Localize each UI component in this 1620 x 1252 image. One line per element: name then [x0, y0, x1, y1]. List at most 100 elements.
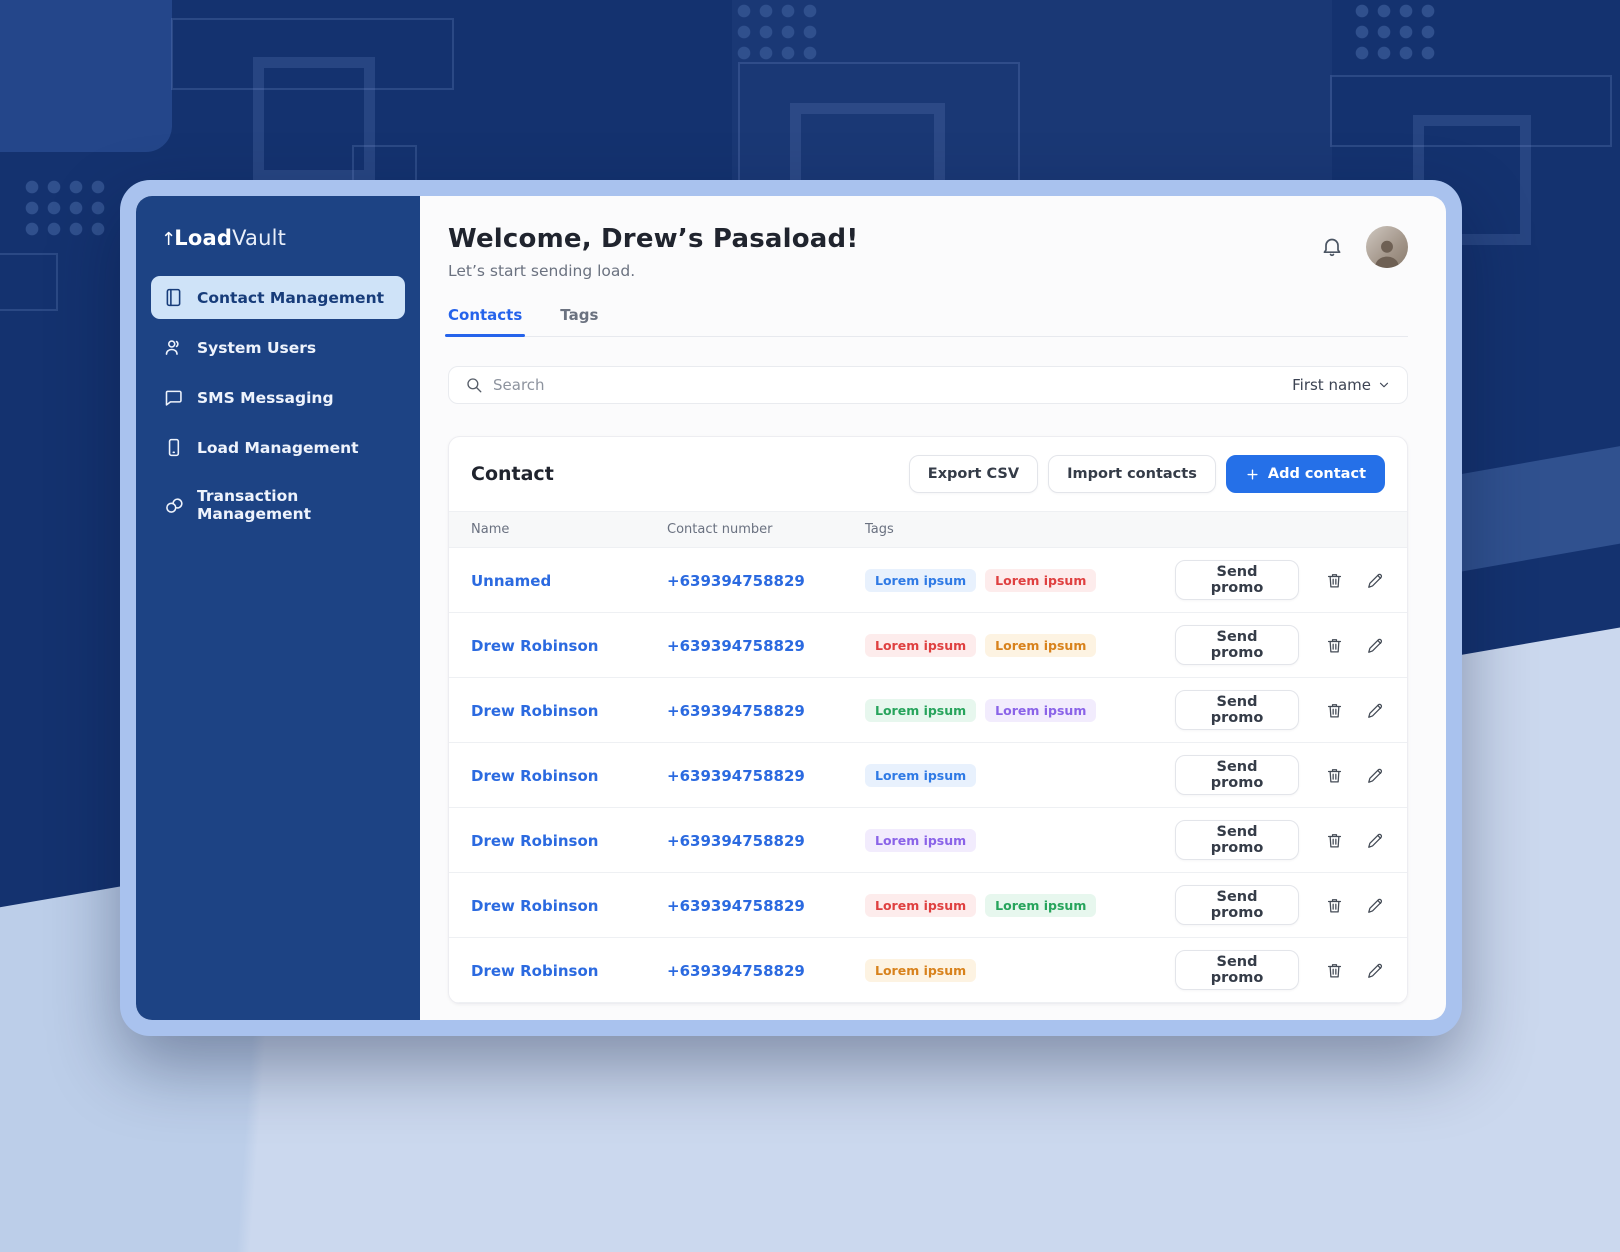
search-icon — [465, 376, 483, 394]
tag-pill: Lorem ipsum — [865, 829, 976, 852]
sort-dropdown-label: First name — [1292, 376, 1371, 394]
sidebar-item-label: Contact Management — [197, 289, 384, 307]
contact-tags: Lorem ipsum — [865, 959, 1175, 982]
delete-icon[interactable] — [1325, 766, 1344, 785]
notification-bell-icon[interactable] — [1320, 235, 1344, 259]
sidebar-item-transaction-management[interactable]: Transaction Management — [151, 476, 405, 534]
contact-table-body: Unnamed +639394758829 Lorem ipsum Lorem i… — [449, 548, 1407, 1003]
send-promo-button[interactable]: Send promo — [1175, 820, 1299, 860]
sidebar-item-system-users[interactable]: System Users — [151, 326, 405, 369]
sidebar-item-label: Load Management — [197, 439, 359, 457]
bg-rect — [0, 253, 58, 311]
app-logo: ↑LoadVault — [161, 226, 405, 250]
tab-contacts[interactable]: Contacts — [448, 306, 522, 336]
contact-tags: Lorem ipsumLorem ipsum — [865, 634, 1175, 657]
contact-number-link[interactable]: +639394758829 — [667, 897, 805, 915]
edit-icon[interactable] — [1366, 831, 1385, 850]
main-content: Welcome, Drew’s Pasaload! Let’s start se… — [420, 196, 1446, 1020]
sidebar-item-sms-messaging[interactable]: SMS Messaging — [151, 376, 405, 419]
tag-pill: Lorem ipsum — [865, 569, 976, 592]
edit-icon[interactable] — [1366, 701, 1385, 720]
edit-icon[interactable] — [1366, 896, 1385, 915]
delete-icon[interactable] — [1325, 961, 1344, 980]
sort-dropdown[interactable]: First name — [1292, 376, 1391, 394]
edit-icon[interactable] — [1366, 571, 1385, 590]
user-avatar[interactable] — [1366, 226, 1408, 268]
contact-number-link[interactable]: +639394758829 — [667, 637, 805, 655]
contact-name-link[interactable]: Drew Robinson — [471, 832, 598, 850]
delete-icon[interactable] — [1325, 831, 1344, 850]
sidebar-item-load-management[interactable]: Load Management — [151, 426, 405, 469]
send-promo-button[interactable]: Send promo — [1175, 560, 1299, 600]
contact-number-link[interactable]: +639394758829 — [667, 962, 805, 980]
coins-icon — [163, 495, 184, 516]
contact-name-link[interactable]: Drew Robinson — [471, 897, 598, 915]
delete-icon[interactable] — [1325, 571, 1344, 590]
table-row: Drew Robinson +639394758829 Lorem ipsumL… — [449, 873, 1407, 938]
tag-pill: Lorem ipsum — [865, 764, 976, 787]
add-contact-button[interactable]: Add contact — [1226, 455, 1385, 493]
plus-icon — [1245, 467, 1260, 482]
tag-pill: Lorem ipsum — [985, 894, 1096, 917]
contact-number-link[interactable]: +639394758829 — [667, 702, 805, 720]
page-title: Welcome, Drew’s Pasaload! — [448, 224, 858, 254]
edit-icon[interactable] — [1366, 766, 1385, 785]
person-silhouette-icon — [1370, 234, 1404, 268]
contact-card: Contact Export CSV Import contacts Add c… — [448, 436, 1408, 1004]
sidebar-item-contact-management[interactable]: Contact Management — [151, 276, 405, 319]
users-icon — [163, 337, 184, 358]
send-promo-button[interactable]: Send promo — [1175, 690, 1299, 730]
column-header-name: Name — [471, 522, 667, 537]
chat-bubble-icon — [163, 387, 184, 408]
column-header-number: Contact number — [667, 522, 865, 537]
tab-tags[interactable]: Tags — [560, 306, 598, 336]
import-contacts-button[interactable]: Import contacts — [1048, 455, 1216, 493]
send-promo-button[interactable]: Send promo — [1175, 625, 1299, 665]
app-window: ↑LoadVault Contact Management System Use… — [120, 180, 1462, 1036]
contact-name-link[interactable]: Drew Robinson — [471, 637, 598, 655]
contact-tags: Lorem ipsum — [865, 764, 1175, 787]
contact-name-link[interactable]: Drew Robinson — [471, 767, 598, 785]
contact-number-link[interactable]: +639394758829 — [667, 832, 805, 850]
table-row: Drew Robinson +639394758829 Lorem ipsum … — [449, 743, 1407, 808]
tag-pill: Lorem ipsum — [865, 894, 976, 917]
card-title: Contact — [471, 463, 554, 485]
contact-name-link[interactable]: Drew Robinson — [471, 702, 598, 720]
tag-pill: Lorem ipsum — [985, 569, 1096, 592]
contact-tags: Lorem ipsum Lorem ipsum — [865, 569, 1175, 592]
edit-icon[interactable] — [1366, 636, 1385, 655]
table-row: Unnamed +639394758829 Lorem ipsumLorem i… — [449, 548, 1407, 613]
bg-dots — [1355, 4, 1439, 66]
export-csv-button[interactable]: Export CSV — [909, 455, 1038, 493]
send-promo-button[interactable]: Send promo — [1175, 885, 1299, 925]
delete-icon[interactable] — [1325, 636, 1344, 655]
contact-name-link[interactable]: Drew Robinson — [471, 962, 598, 980]
page-subtitle: Let’s start sending load. — [448, 262, 858, 280]
tag-pill: Lorem ipsum — [865, 699, 976, 722]
contact-number-link[interactable]: +639394758829 — [667, 572, 805, 590]
tab-bar: Contacts Tags — [448, 306, 1408, 337]
bg-dots — [25, 180, 109, 242]
contact-name-link[interactable]: Unnamed — [471, 572, 551, 590]
edit-icon[interactable] — [1366, 961, 1385, 980]
search-input[interactable] — [493, 376, 1282, 394]
contact-number-link[interactable]: +639394758829 — [667, 767, 805, 785]
delete-icon[interactable] — [1325, 701, 1344, 720]
chevron-down-icon — [1377, 378, 1391, 392]
table-header: Name Contact number Tags — [449, 511, 1407, 548]
sidebar-item-label: System Users — [197, 339, 316, 357]
sidebar-item-label: SMS Messaging — [197, 389, 334, 407]
tag-pill: Lorem ipsum — [985, 634, 1096, 657]
contact-tags: Lorem ipsum Lorem ipsum — [865, 894, 1175, 917]
smartphone-icon — [163, 437, 184, 458]
contact-tags: Lorem ipsumLorem ipsum — [865, 699, 1175, 722]
delete-icon[interactable] — [1325, 896, 1344, 915]
send-promo-button[interactable]: Send promo — [1175, 755, 1299, 795]
table-row: Drew Robinson +639394758829 Lorem ipsum … — [449, 938, 1407, 1003]
table-row: Drew Robinson +639394758829 Lorem ipsum … — [449, 808, 1407, 873]
send-promo-button[interactable]: Send promo — [1175, 950, 1299, 990]
tag-pill: Lorem ipsum — [865, 959, 976, 982]
column-header-tags: Tags — [865, 522, 1175, 537]
search-bar: First name — [448, 366, 1408, 404]
table-row: Drew Robinson +639394758829 Lorem ipsumL… — [449, 678, 1407, 743]
